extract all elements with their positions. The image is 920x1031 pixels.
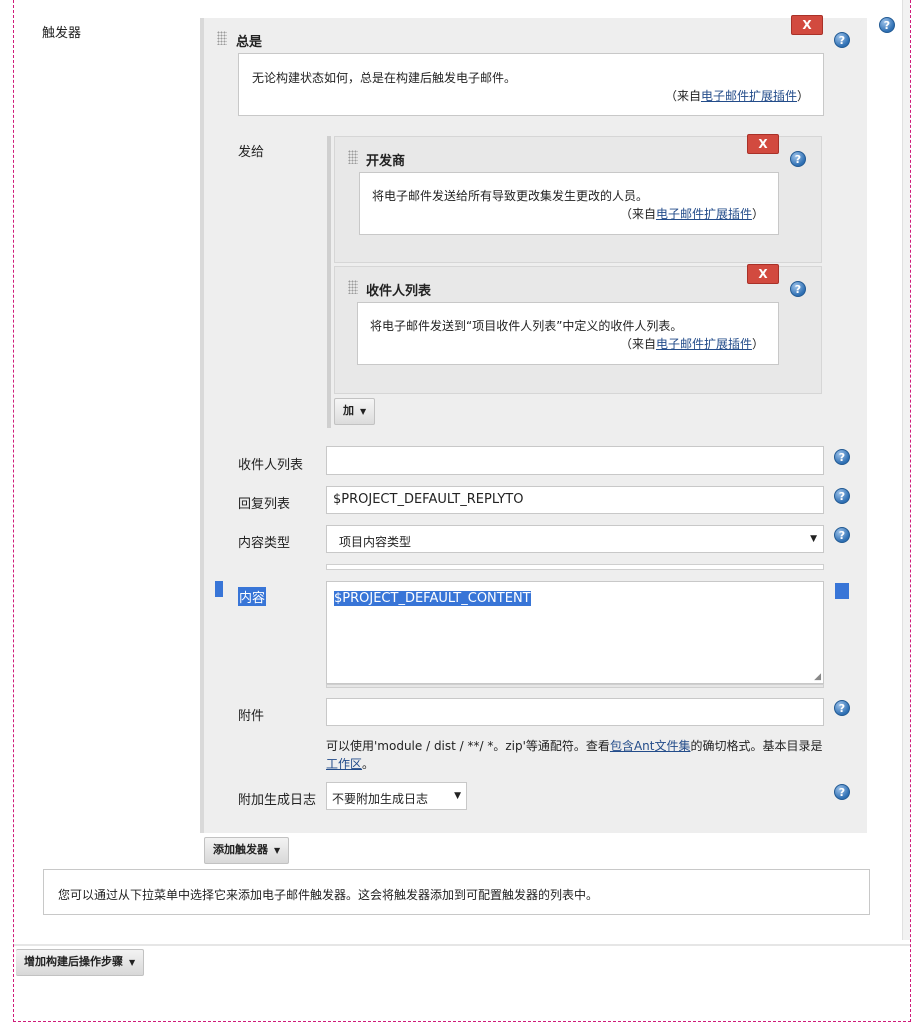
help-icon[interactable]: ? <box>834 32 850 48</box>
recipient-source: （来自电子邮件扩展插件） <box>620 205 764 222</box>
recipient-list-input[interactable] <box>326 446 824 475</box>
content-type-value: 项目内容类型 <box>339 535 412 549</box>
attachments-input[interactable] <box>326 698 824 726</box>
delete-recipient-button[interactable]: X <box>747 264 779 284</box>
chevron-down-icon: ▼ <box>360 407 367 416</box>
trigger-panel-rule <box>200 18 204 833</box>
delete-recipient-button[interactable]: X <box>747 134 779 154</box>
chevron-down-icon: ▼ <box>454 791 461 801</box>
selection-marker <box>215 581 223 597</box>
divider <box>14 944 910 946</box>
content-type-label: 内容类型 <box>238 536 291 551</box>
content-textarea[interactable]: $PROJECT_DEFAULT_CONTENT ◢ <box>326 581 824 684</box>
drag-handle-icon[interactable] <box>217 31 227 45</box>
hint-text: 可以使用'module / dist / **/ *。zip'等通配符。查看 <box>326 739 610 753</box>
help-icon[interactable]: ? <box>834 449 850 465</box>
config-frame: 触发器 总是 X ? ? 无论构建状态如何，总是在构建后触发电子邮件。 （来自电… <box>13 0 911 1022</box>
ant-fileset-link[interactable]: 包含Ant文件集 <box>610 739 691 753</box>
workspace-link[interactable]: 工作区 <box>326 757 362 771</box>
help-icon[interactable]: ? <box>790 281 806 297</box>
chevron-down-icon: ▼ <box>129 958 136 967</box>
source-prefix: （来自 <box>619 337 656 351</box>
source-suffix: ） <box>751 337 764 351</box>
send-to-rule <box>327 136 331 428</box>
recipient-list-label: 收件人列表 <box>238 458 304 473</box>
source-prefix: （来自 <box>664 89 701 103</box>
attach-log-value: 不要附加生成日志 <box>332 792 429 806</box>
help-icon[interactable]: ? <box>790 151 806 167</box>
trigger-source: （来自电子邮件扩展插件） <box>665 87 809 104</box>
recipient-description-box: 将电子邮件发送到“项目收件人列表”中定义的收件人列表。 （来自电子邮件扩展插件） <box>357 302 779 365</box>
source-suffix: ） <box>751 207 764 221</box>
add-recipient-label: 加 <box>343 404 354 417</box>
info-box: 您可以通过从下拉菜单中选择它来添加电子邮件触发器。这会将触发器添加到可配置触发器… <box>43 869 870 915</box>
plugin-link[interactable]: 电子邮件扩展插件 <box>701 89 797 103</box>
recipient-source: （来自电子邮件扩展插件） <box>620 335 764 352</box>
content-value: $PROJECT_DEFAULT_CONTENT <box>334 591 531 606</box>
reply-to-label: 回复列表 <box>238 497 291 512</box>
chevron-down-icon: ▼ <box>810 534 817 544</box>
help-icon[interactable]: ? <box>834 488 850 504</box>
add-trigger-label: 添加触发器 <box>213 843 268 856</box>
trigger-description: 无论构建状态如何，总是在构建后触发电子邮件。 <box>252 71 517 85</box>
add-post-build-step-button[interactable]: 增加构建后操作步骤 ▼ <box>16 949 145 976</box>
help-icon[interactable]: ? <box>834 784 850 800</box>
drag-handle-icon[interactable] <box>348 150 358 164</box>
attach-log-label: 附加生成日志 <box>238 793 317 808</box>
add-post-build-step-label: 增加构建后操作步骤 <box>24 955 123 968</box>
help-icon[interactable]: ? <box>834 700 850 716</box>
plugin-link[interactable]: 电子邮件扩展插件 <box>656 337 752 351</box>
content-label: 内容 <box>238 587 267 606</box>
recipient-description: 将电子邮件发送给所有导致更改集发生更改的人员。 <box>372 189 649 203</box>
recipient-panel: 开发商 X ? 将电子邮件发送给所有导致更改集发生更改的人员。 （来自电子邮件扩… <box>334 134 822 263</box>
content-type-select[interactable]: 项目内容类型 ▼ <box>326 525 824 553</box>
hint-text: 的确切格式。基本目录是 <box>690 739 823 753</box>
scrollbar[interactable] <box>902 0 910 940</box>
recipient-title: 收件人列表 <box>366 284 432 299</box>
recipient-panel: 收件人列表 X ? 将电子邮件发送到“项目收件人列表”中定义的收件人列表。 （来… <box>334 264 822 394</box>
divider <box>326 564 824 570</box>
attachments-hint: 可以使用'module / dist / **/ *。zip'等通配符。查看包含… <box>326 737 826 773</box>
attach-log-select[interactable]: 不要附加生成日志 ▼ <box>326 782 467 810</box>
chevron-down-icon: ▼ <box>274 846 281 855</box>
drag-handle-icon[interactable] <box>348 280 358 294</box>
textarea-resizer[interactable] <box>326 684 824 688</box>
plugin-link[interactable]: 电子邮件扩展插件 <box>656 207 752 221</box>
recipient-description-box: 将电子邮件发送给所有导致更改集发生更改的人员。 （来自电子邮件扩展插件） <box>359 172 779 235</box>
hint-text: 。 <box>362 757 375 771</box>
help-icon[interactable]: ? <box>834 527 850 543</box>
trigger-title: 总是 <box>236 35 263 50</box>
send-to-label: 发给 <box>238 145 265 160</box>
recipient-title: 开发商 <box>366 154 406 169</box>
recipient-description: 将电子邮件发送到“项目收件人列表”中定义的收件人列表。 <box>370 319 683 333</box>
reply-to-input[interactable]: $PROJECT_DEFAULT_REPLYTO <box>326 486 824 514</box>
add-trigger-button[interactable]: 添加触发器 ▼ <box>204 837 290 864</box>
source-suffix: ） <box>796 89 809 103</box>
attachments-label: 附件 <box>238 709 265 724</box>
add-recipient-button[interactable]: 加 ▼ <box>334 398 376 425</box>
source-prefix: （来自 <box>619 207 656 221</box>
info-text: 您可以通过从下拉菜单中选择它来添加电子邮件触发器。这会将触发器添加到可配置触发器… <box>58 888 599 902</box>
resize-handle-icon[interactable]: ◢ <box>814 672 821 682</box>
trigger-description-box: 无论构建状态如何，总是在构建后触发电子邮件。 （来自电子邮件扩展插件） <box>238 53 824 116</box>
section-label-triggers: 触发器 <box>42 26 82 41</box>
help-icon[interactable]: ? <box>879 17 895 33</box>
help-icon[interactable] <box>835 583 849 599</box>
delete-trigger-button[interactable]: X <box>791 15 823 35</box>
